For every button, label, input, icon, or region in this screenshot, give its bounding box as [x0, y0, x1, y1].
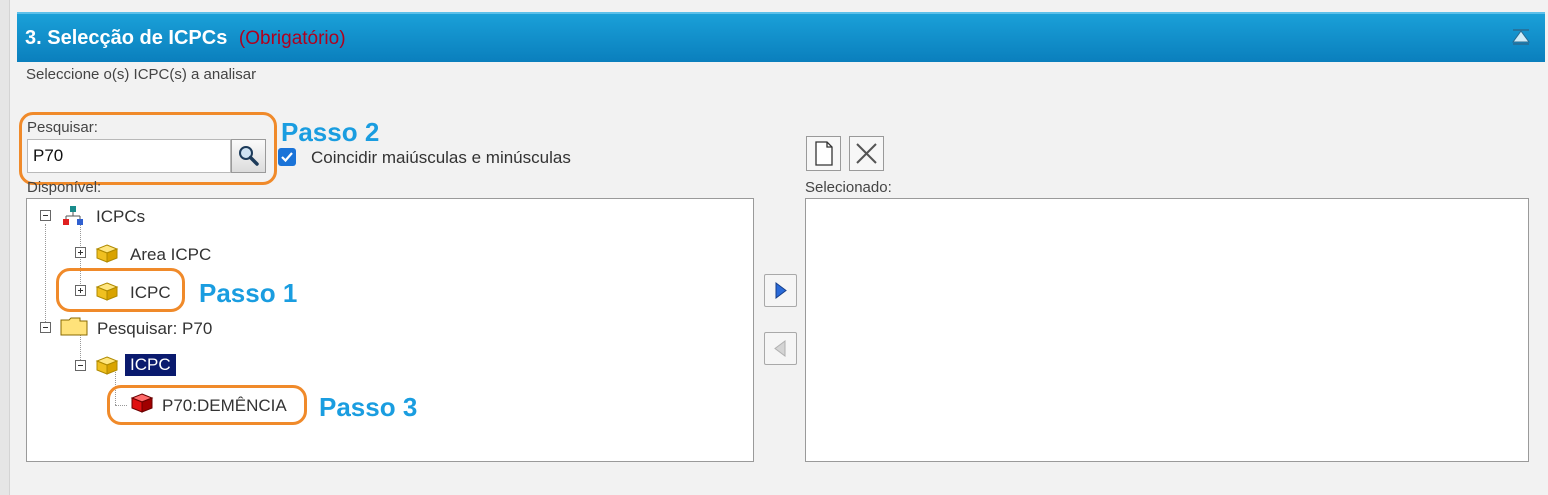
available-label: Disponível: [27, 179, 102, 196]
match-case-label[interactable]: Coincidir maiúsculas e minúsculas [311, 148, 571, 168]
step1-highlight [56, 268, 185, 312]
step2-highlight [19, 112, 277, 185]
left-border [0, 0, 10, 495]
add-selection-button[interactable] [764, 274, 797, 307]
section-title: 3. Selecção de ICPCs (Obrigatório) [25, 27, 346, 50]
new-button[interactable] [806, 136, 841, 171]
arrow-left-icon [774, 340, 786, 357]
cube-icon [95, 356, 119, 375]
arrow-right-icon [775, 282, 787, 299]
collapse-icon[interactable] [1511, 28, 1531, 46]
match-case-checkbox[interactable] [278, 148, 296, 166]
step3-highlight [107, 385, 307, 425]
step2-annotation: Passo 2 [281, 117, 380, 147]
selected-label: Selecionado: [805, 179, 892, 196]
remove-selection-button[interactable] [764, 332, 797, 365]
section-header: 3. Selecção de ICPCs (Obrigatório) [17, 12, 1545, 62]
tree-node-selected-label[interactable]: ICPC [125, 354, 176, 376]
selected-list[interactable] [805, 198, 1529, 462]
tree-node-label[interactable]: Pesquisar: P70 [97, 319, 212, 339]
collapse-node-icon[interactable] [40, 322, 51, 333]
tree-line [80, 334, 81, 362]
checkmark-icon [281, 152, 293, 163]
step1-annotation: Passo 1 [199, 278, 298, 308]
org-chart-icon [63, 206, 83, 225]
required-label: (Obrigatório) [238, 28, 346, 49]
collapse-node-icon[interactable] [40, 210, 51, 221]
expand-node-icon[interactable] [75, 247, 86, 258]
tree-node-label[interactable]: ICPCs [96, 207, 145, 227]
cube-icon [95, 244, 119, 263]
step3-annotation: Passo 3 [319, 392, 418, 422]
collapse-node-icon[interactable] [75, 360, 86, 371]
section-number: 3. [25, 27, 42, 49]
new-document-icon [815, 141, 833, 166]
clear-button[interactable] [849, 136, 884, 171]
close-icon [856, 143, 877, 164]
folder-icon [60, 317, 88, 336]
tree-node-label[interactable]: Area ICPC [130, 245, 211, 265]
tree-line [45, 224, 46, 328]
section-subtitle: Seleccione o(s) ICPC(s) a analisar [26, 66, 257, 83]
section-title-text: Selecção de ICPCs [47, 27, 228, 49]
